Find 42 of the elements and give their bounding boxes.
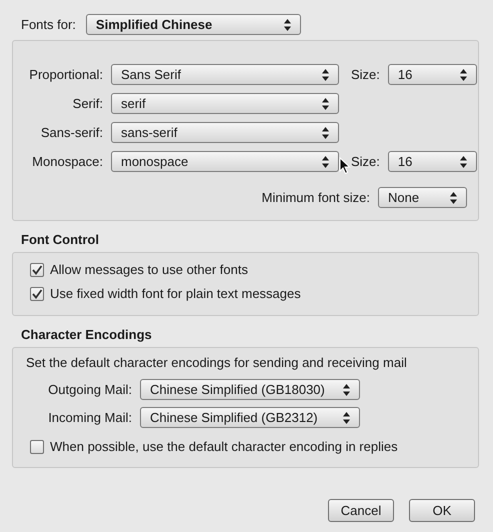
checkbox-label: Use fixed width font for plain text messages bbox=[50, 286, 301, 301]
spinner-arrows-icon bbox=[343, 412, 350, 424]
dropdown[interactable]: Simplified Chinese bbox=[86, 14, 301, 35]
field-label: Size: bbox=[351, 67, 380, 82]
field-label: Monospace: bbox=[31, 154, 103, 169]
spinner-arrows-icon bbox=[460, 156, 467, 168]
field-label: Sans-serif: bbox=[40, 125, 103, 140]
cancel-button[interactable]: Cancel bbox=[328, 499, 394, 522]
dropdown[interactable]: None bbox=[378, 187, 467, 208]
field-label: Proportional: bbox=[28, 67, 103, 82]
spinner-arrows-icon bbox=[343, 384, 350, 396]
dropdown[interactable]: Chinese Simplified (GB18030) bbox=[140, 379, 360, 400]
dropdown[interactable]: 16 bbox=[388, 151, 477, 172]
field-label: Outgoing Mail: bbox=[47, 382, 132, 397]
spinner-arrows-icon bbox=[284, 18, 291, 30]
spinner-arrows-icon bbox=[460, 68, 467, 80]
spinner-arrows-icon bbox=[322, 68, 329, 80]
dropdown[interactable]: 16 bbox=[388, 64, 477, 85]
spinner-arrows-icon bbox=[322, 98, 329, 110]
section-heading: Font Control bbox=[21, 232, 100, 247]
checkbox[interactable] bbox=[30, 286, 44, 300]
section-heading: Character Encodings bbox=[21, 327, 153, 342]
checkbox[interactable] bbox=[30, 440, 44, 454]
dropdown[interactable]: sans-serif bbox=[111, 122, 339, 143]
field-label: Fonts for: bbox=[21, 17, 76, 32]
ok-button[interactable]: OK bbox=[409, 499, 475, 522]
spinner-arrows-icon bbox=[450, 192, 457, 204]
field-label: Serif: bbox=[72, 96, 103, 111]
spinner-arrows-icon bbox=[322, 156, 329, 168]
field-label: Minimum font size: bbox=[262, 190, 370, 205]
dropdown[interactable]: Chinese Simplified (GB2312) bbox=[140, 407, 360, 428]
field-label: Incoming Mail: bbox=[47, 410, 132, 425]
description-text: Set the default character encodings for sending and receiving mail bbox=[26, 355, 408, 370]
checkbox-label: When possible, use the default character encoding in replies bbox=[50, 439, 398, 454]
spinner-arrows-icon bbox=[322, 126, 329, 138]
field-label: Size: bbox=[351, 154, 380, 169]
dropdown[interactable]: monospace bbox=[111, 151, 339, 172]
dropdown[interactable]: Sans Serif bbox=[111, 64, 339, 85]
dropdown[interactable]: serif bbox=[111, 93, 339, 114]
checkbox[interactable] bbox=[30, 262, 44, 276]
mouse-pointer-icon bbox=[339, 157, 351, 175]
checkbox-label: Allow messages to use other fonts bbox=[50, 262, 248, 277]
